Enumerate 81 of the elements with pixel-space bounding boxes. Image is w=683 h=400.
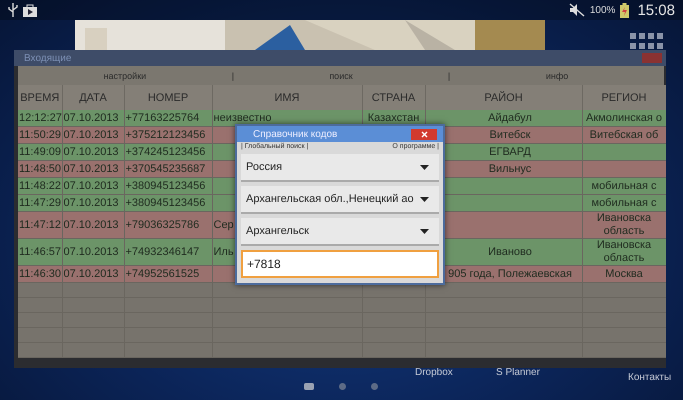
column-header[interactable]: ВРЕМЯ — [18, 85, 62, 110]
table-cell: Вильнус — [488, 162, 532, 174]
table-cell: 07.10.2013 — [64, 112, 119, 124]
table-cell: 905 года, Полежаевская — [448, 268, 572, 280]
usb-icon — [8, 3, 18, 17]
dropdown[interactable]: Архангельск — [241, 218, 439, 246]
table-cell: 07.10.2013 — [64, 218, 119, 230]
table-cell: +370545235687 — [126, 162, 206, 174]
table-cell: 12:12:27 — [19, 112, 61, 124]
table-cell: Акмолинская о — [586, 112, 662, 124]
table-cell: 07.10.2013 — [64, 146, 119, 158]
menu-item[interactable]: инфо — [450, 70, 664, 80]
page-indicator[interactable] — [339, 383, 346, 390]
table-row[interactable]: 12:12:27 07.10.2013 +77163225764 неизвестно Казахстан Айдабул Акмолинская о — [18, 110, 666, 126]
table-cell: 11:49:09 — [19, 146, 61, 158]
battery-icon — [620, 2, 630, 18]
apps-grid-icon[interactable] — [630, 33, 664, 51]
page-indicator[interactable] — [371, 383, 378, 390]
column-header[interactable]: ИМЯ — [212, 85, 362, 110]
battery-percent: 100% — [590, 4, 616, 16]
table-cell: 07.10.2013 — [64, 246, 119, 258]
table-cell: 07.10.2013 — [64, 196, 119, 208]
input-field[interactable]: +7818 — [241, 250, 439, 278]
table-cell: неизвестно — [214, 112, 272, 124]
table-cell: 11:48:50 — [19, 162, 61, 174]
caret-icon — [420, 228, 429, 234]
clock: 15:08 — [637, 2, 675, 18]
table-cell: 11:46:30 — [19, 268, 61, 280]
table-cell: Москва — [605, 268, 643, 280]
column-header[interactable]: СТРАНА — [362, 85, 425, 110]
close-button[interactable] — [411, 128, 437, 140]
app-label[interactable]: Dropbox — [415, 367, 453, 378]
table-cell: +77163225764 — [126, 112, 200, 124]
table-cell: Иль — [214, 246, 234, 258]
table-cell: 07.10.2013 — [64, 128, 119, 140]
menu-item[interactable]: настройки — [18, 70, 232, 80]
mute-icon — [568, 3, 585, 17]
shopping-bag-icon — [23, 4, 37, 16]
table-cell: +380945123456 — [126, 180, 206, 192]
table-cell: Иваново — [488, 246, 532, 258]
menu-item[interactable]: поиск — [234, 70, 448, 80]
table-cell: Витебская об — [590, 128, 658, 140]
dropdown[interactable]: Архангельская обл.,Ненецкий ао — [241, 186, 439, 214]
table-cell: +375212123456 — [126, 128, 206, 140]
dialog-title: Справочник кодов — [253, 128, 338, 140]
table-cell: Ивановска область — [596, 239, 652, 264]
table-cell: Витебск — [490, 128, 530, 140]
column-header[interactable]: РАЙОН — [425, 85, 582, 110]
column-header[interactable]: ДАТА — [62, 85, 124, 110]
table-cell: +74932346147 — [126, 246, 200, 258]
table-cell: мобильная с — [592, 196, 656, 208]
table-cell: 11:47:12 — [19, 218, 61, 230]
table-cell: +380945123456 — [126, 196, 206, 208]
table-cell: 11:48:22 — [19, 180, 61, 192]
column-header[interactable]: РЕГИОН — [582, 85, 666, 110]
menu-separator: | — [232, 70, 234, 80]
app-label[interactable]: S Planner — [496, 367, 540, 378]
table-cell: 11:46:57 — [19, 246, 61, 258]
page-indicator[interactable] — [304, 383, 314, 390]
table-cell: Ивановска область — [596, 212, 652, 237]
table-cell: 07.10.2013 — [64, 268, 119, 280]
column-header[interactable]: НОМЕР — [124, 85, 212, 110]
table-cell: Казахстан — [368, 112, 420, 124]
table-cell: +74952561525 — [126, 268, 200, 280]
menu-separator: | — [448, 70, 450, 80]
caret-icon — [420, 164, 429, 170]
app-label[interactable]: Контакты — [628, 372, 672, 383]
table-cell: 07.10.2013 — [64, 162, 119, 174]
table-cell: +374245123456 — [126, 146, 206, 158]
table-cell: мобильная с — [592, 180, 656, 192]
dropdown[interactable]: Россия — [241, 154, 439, 182]
table-cell: ЕГВАРД — [489, 146, 531, 158]
table-cell: Айдабул — [488, 112, 532, 124]
table-cell: 11:47:29 — [19, 196, 61, 208]
window-title: Входящие — [24, 52, 72, 64]
table-cell: Сер — [214, 218, 234, 230]
close-icon — [420, 130, 428, 138]
table-cell: +79036325786 — [126, 218, 200, 230]
caret-icon — [420, 196, 429, 202]
table-cell: 11:50:29 — [19, 128, 61, 140]
table-cell: 07.10.2013 — [64, 180, 119, 192]
